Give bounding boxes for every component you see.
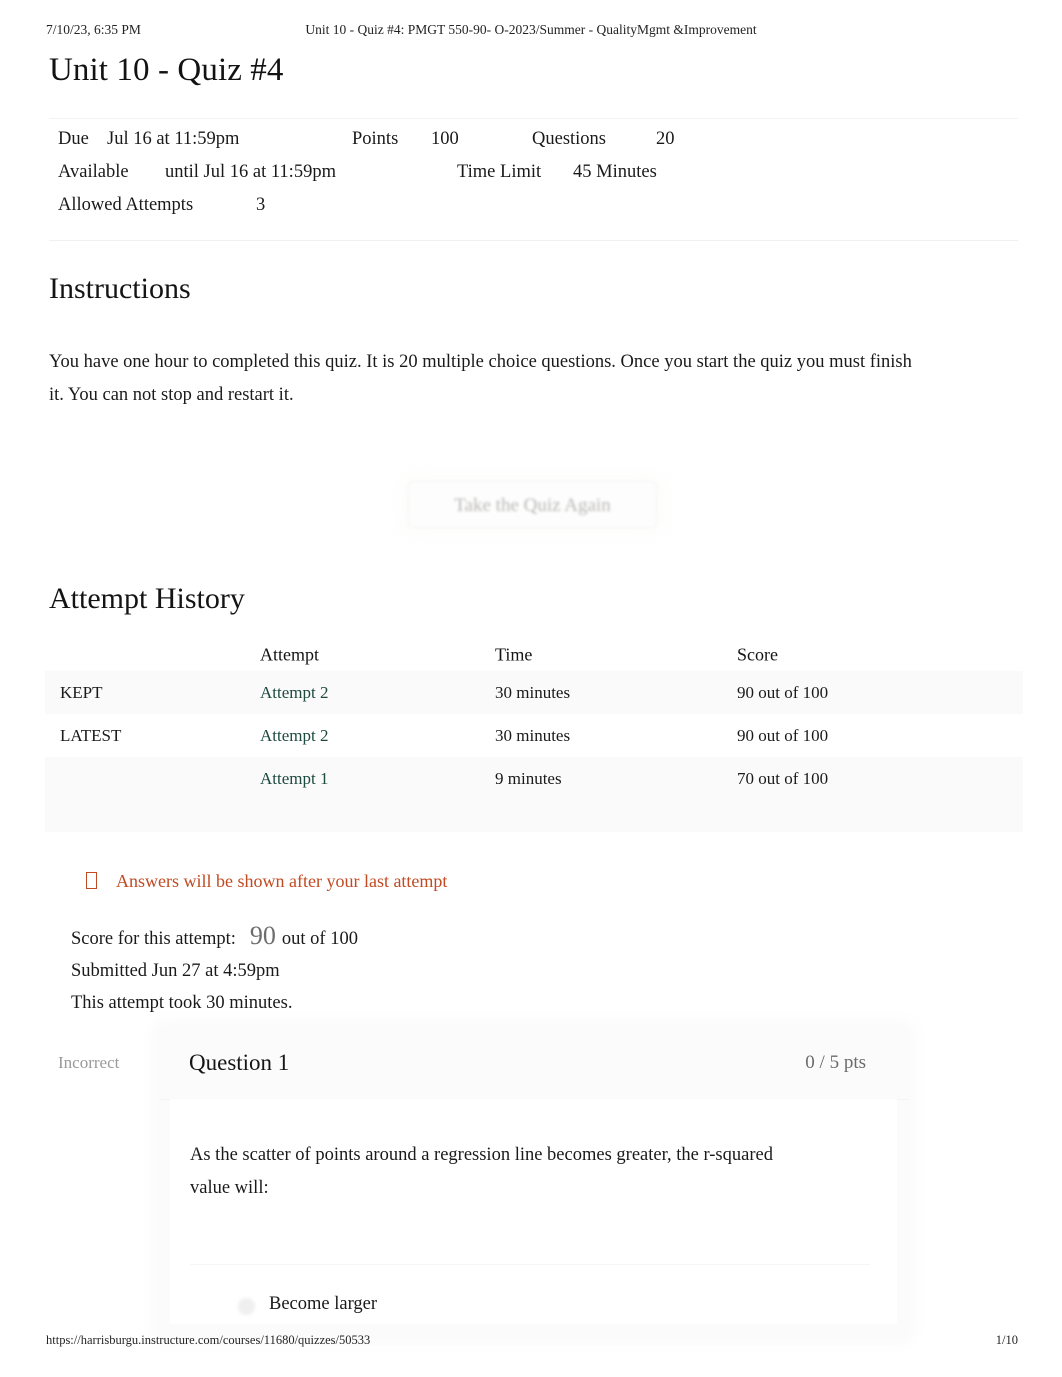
answers-divider — [190, 1264, 870, 1265]
allowed-attempts-label: Allowed Attempts — [58, 195, 194, 215]
table-row: LATEST Attempt 2 30 minutes 90 out of 10… — [45, 714, 1023, 757]
answers-shown-warning: Answers will be shown after your last at… — [86, 871, 447, 892]
table-row: KEPT Attempt 2 30 minutes 90 out of 100 — [45, 671, 1023, 714]
quiz-details-box: Due Jul 16 at 11:59pm Points 100 Questio… — [49, 118, 1018, 241]
attempt-score: 90 out of 100 — [737, 682, 829, 702]
available-value: until Jul 16 at 11:59pm — [165, 162, 336, 182]
attempt-link-cell[interactable]: Attempt 2 — [260, 726, 328, 746]
score-label: Score for this attempt: — [71, 929, 236, 949]
due-value: Jul 16 at 11:59pm — [107, 129, 240, 149]
question-status-badge: Incorrect — [58, 1053, 120, 1072]
question-header: Incorrect Question 1 0 / 5 pts — [58, 1027, 908, 1100]
take-the-quiz-again-button[interactable]: Take the Quiz Again — [408, 481, 657, 528]
due-label: Due — [58, 129, 89, 149]
question-number: Question 1 — [189, 1050, 290, 1075]
attempt-link-cell[interactable]: Attempt 2 — [260, 683, 328, 703]
attempt-history-table: Attempt Time Score KEPT Attempt 2 30 min… — [45, 638, 1023, 832]
points-label: Points — [352, 129, 399, 149]
available-label: Available — [58, 162, 129, 182]
attempt-score: 70 out of 100 — [737, 768, 829, 788]
attempt-score: 90 out of 100 — [737, 725, 829, 745]
radio-button-icon[interactable] — [238, 1298, 255, 1315]
attempt-link-cell[interactable]: Attempt 1 — [260, 769, 328, 789]
print-footer: https://harrisburgu.instructure.com/cour… — [0, 1333, 1062, 1351]
score-for-attempt-line: Score for this attempt: 90 out of 100 — [71, 920, 358, 955]
instructions-body: You have one hour to completed this quiz… — [49, 352, 912, 405]
page-title: Unit 10 - Quiz #4 — [49, 52, 284, 88]
allowed-attempts-value: 3 — [256, 195, 266, 215]
attempt-flag: KEPT — [60, 682, 103, 702]
time-limit-label: Time Limit — [457, 162, 542, 182]
print-header: 7/10/23, 6:35 PM Unit 10 - Quiz #4: PMGT… — [0, 22, 1062, 42]
attempt-score-summary: Score for this attempt: 90 out of 100 Subm… — [71, 920, 358, 1019]
attempt-link[interactable]: Attempt 1 — [260, 769, 328, 788]
submitted-line: Submitted Jun 27 at 4:59pm — [71, 961, 280, 981]
instructions-heading: Instructions — [49, 272, 191, 305]
questions-value: 20 — [656, 129, 675, 149]
points-value: 100 — [431, 129, 459, 149]
attempt-history-heading: Attempt History — [49, 582, 245, 615]
table-row: Attempt 1 9 minutes 70 out of 100 — [45, 757, 1023, 800]
score-out-of: out of 100 — [281, 929, 358, 949]
print-document-title: Unit 10 - Quiz #4: PMGT 550-90- O-2023/S… — [305, 22, 757, 37]
attempt-time: 30 minutes — [495, 682, 571, 702]
question-text: As the scatter of points around a regres… — [190, 1145, 773, 1198]
quiz-details-row-3: Allowed Attempts 3 — [49, 195, 1018, 228]
question-card: Incorrect Question 1 0 / 5 pts As the sc… — [58, 1027, 908, 1337]
attempt-time: 30 minutes — [495, 725, 571, 745]
question-points: 0 / 5 pts — [805, 1052, 866, 1073]
attempt-link[interactable]: Attempt 2 — [260, 683, 328, 702]
attempt-time: 9 minutes — [495, 768, 562, 788]
column-header-time: Time — [495, 644, 533, 664]
answers-shown-warning-text: Answers will be shown after your last at… — [116, 871, 448, 891]
missing-glyph-box-icon — [86, 872, 97, 889]
table-footer-spacer — [45, 800, 1023, 832]
quiz-details-row-1: Due Jul 16 at 11:59pm Points 100 Questio… — [49, 129, 1018, 162]
quiz-details-row-2: Available until Jul 16 at 11:59pm Time L… — [49, 162, 1018, 195]
question-body: As the scatter of points around a regres… — [170, 1099, 897, 1324]
attempt-flag: LATEST — [60, 725, 122, 745]
answer-option-label: Become larger — [269, 1294, 378, 1314]
column-header-attempt: Attempt — [260, 644, 319, 664]
attempt-link[interactable]: Attempt 2 — [260, 726, 328, 745]
print-footer-page-number: 1/10 — [995, 1333, 1018, 1347]
score-value: 90 — [249, 921, 276, 950]
time-limit-value: 45 Minutes — [573, 162, 657, 182]
attempt-duration-line: This attempt took 30 minutes. — [71, 993, 293, 1013]
table-header-row: Attempt Time Score — [45, 638, 1023, 671]
print-footer-url: https://harrisburgu.instructure.com/cour… — [46, 1333, 371, 1347]
questions-label: Questions — [532, 129, 606, 149]
column-header-score: Score — [737, 644, 778, 664]
